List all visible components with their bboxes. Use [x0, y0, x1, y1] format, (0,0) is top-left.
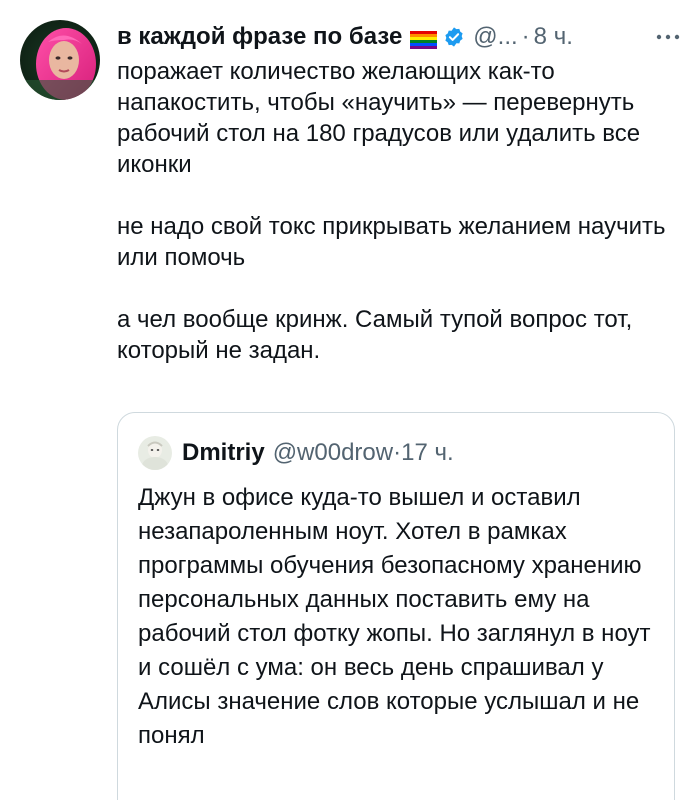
tweet-paragraph: не надо свой токс прикрывать желанием на… [117, 213, 666, 271]
tweet-time[interactable]: 8 ч. [534, 23, 573, 51]
rainbow-flag-icon [410, 28, 438, 49]
quoted-tweet[interactable]: Dmitriy @w00drow · 17 ч. Джун в офисе ку… [117, 412, 675, 800]
tweet-header: в каждой фразе по базе @... · 8 ч. [117, 20, 684, 54]
author-handle[interactable]: @... [473, 23, 517, 51]
tweet: в каждой фразе по базе @... · 8 ч. пораж… [0, 0, 698, 800]
quoted-author-handle[interactable]: @w00drow [273, 439, 393, 467]
author-avatar[interactable] [20, 20, 100, 100]
author-name[interactable]: в каждой фразе по базе [117, 23, 402, 51]
verified-badge-icon [443, 26, 465, 48]
quoted-tweet-text: Джун в офисе куда-то вышел и оставил нез… [138, 484, 651, 749]
separator-dot: · [521, 23, 530, 50]
tweet-paragraph: поражает количество желающих как-то напа… [117, 58, 641, 178]
quoted-tweet-header: Dmitriy @w00drow · 17 ч. [138, 435, 454, 471]
quoted-tweet-time[interactable]: 17 ч. [401, 439, 454, 467]
tweet-text: поражает количество желающих как-то напа… [117, 56, 677, 366]
quoted-author-avatar[interactable] [138, 436, 172, 470]
quoted-separator-dot: · [393, 439, 402, 466]
more-options-icon[interactable] [652, 27, 684, 47]
quoted-author-name[interactable]: Dmitriy [182, 439, 265, 467]
tweet-paragraph: а чел вообще кринж. Самый тупой вопрос т… [117, 306, 633, 364]
